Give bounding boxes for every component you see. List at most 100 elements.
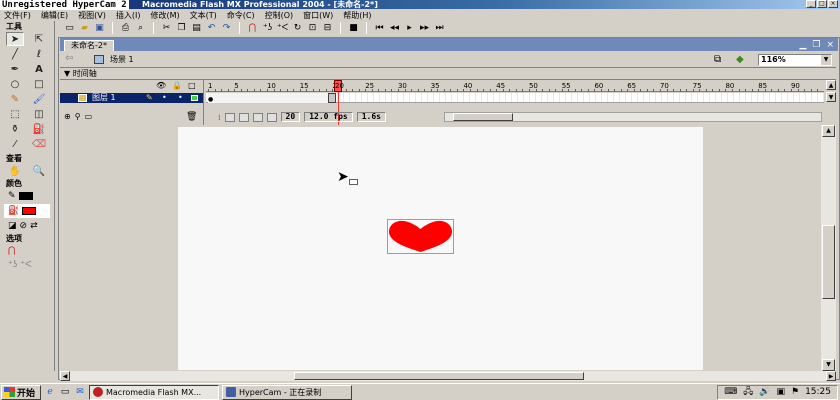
frame-span[interactable] <box>208 93 334 103</box>
snap-magnet-icon[interactable]: ⋂ <box>247 23 258 34</box>
line-tool-icon[interactable]: ╱ <box>6 47 24 61</box>
outline-icon[interactable]: □ <box>188 81 196 90</box>
menu-modify[interactable]: 修改(M) <box>150 10 179 21</box>
doc-restore-icon[interactable]: ❐ <box>812 40 820 50</box>
fill-transform-tool-icon[interactable]: ◫ <box>30 107 48 121</box>
menu-view[interactable]: 视图(V) <box>78 10 106 21</box>
selection-tool-icon[interactable]: ➤ <box>6 32 24 46</box>
stage-vertical-scrollbar[interactable]: ▲ ▼ <box>821 125 836 371</box>
menu-insert[interactable]: 插入(I) <box>116 10 141 21</box>
chevron-down-icon[interactable]: ▼ <box>821 55 831 65</box>
stop-icon[interactable]: ■ <box>348 23 359 34</box>
show-hide-eye-icon[interactable]: 👁 <box>156 81 166 90</box>
oval-tool-icon[interactable]: ○ <box>6 77 24 91</box>
tray-network-icon[interactable]: 🖧 <box>743 384 753 400</box>
delete-layer-icon[interactable]: 🗑 <box>186 112 197 122</box>
smooth-icon[interactable]: ⁺ʖ <box>262 23 273 34</box>
cut-icon[interactable]: ✂ <box>161 23 172 34</box>
timeline-header[interactable]: ▼ 时间轴 <box>60 69 836 79</box>
print-preview-icon[interactable]: ⌕ <box>135 23 146 34</box>
menu-edit[interactable]: 编辑(E) <box>41 10 68 21</box>
task-flash[interactable]: Macromedia Flash MX... <box>89 384 219 400</box>
no-color-icon[interactable]: ⊘ <box>20 221 28 231</box>
menu-text[interactable]: 文本(T) <box>190 10 217 21</box>
rotate-icon[interactable]: ↻ <box>292 23 303 34</box>
smooth-option-icon[interactable]: ⁺ʖ <box>8 260 17 270</box>
straighten-option-icon[interactable]: ⁺ᐸ <box>20 260 31 270</box>
tray-app-icon[interactable]: ▣ <box>776 387 785 397</box>
step-forward-icon[interactable]: ▸▸ <box>419 23 430 34</box>
brush-tool-icon[interactable]: 🖌 <box>30 92 48 106</box>
layer-row[interactable]: 图层 1 ✎ • • <box>60 93 203 103</box>
task-hypercam[interactable]: HyperCam - 正在录制 <box>222 384 352 400</box>
paste-icon[interactable]: ▤ <box>191 23 202 34</box>
lock-dot[interactable]: • <box>178 93 183 103</box>
open-folder-icon[interactable]: ▰ <box>79 23 90 34</box>
snap-to-objects-icon[interactable]: ⋂ <box>8 246 15 256</box>
scale-icon[interactable]: ⊡ <box>307 23 318 34</box>
pen-tool-icon[interactable]: ✒ <box>6 62 24 76</box>
maximize-button[interactable]: □ <box>817 0 827 8</box>
eraser-tool-icon[interactable]: ⌫ <box>30 137 48 151</box>
heart-shape[interactable] <box>388 220 453 253</box>
play-icon[interactable]: ▸ <box>404 23 415 34</box>
edit-scene-icon[interactable]: ◆ <box>736 54 752 65</box>
subselection-tool-icon[interactable]: ⇱ <box>30 32 48 46</box>
copy-icon[interactable]: ❐ <box>176 23 187 34</box>
scroll-left-icon[interactable]: ◀ <box>60 371 70 381</box>
scroll-up-icon[interactable]: ▲ <box>822 125 835 137</box>
timeline-vertical-scrollbar[interactable]: ▲ ▼ <box>826 80 836 125</box>
visibility-dot[interactable]: • <box>162 93 167 103</box>
edit-symbols-icon[interactable]: ⧉ <box>714 54 728 65</box>
hand-tool-icon[interactable]: ✋ <box>6 164 24 178</box>
tray-volume-icon[interactable]: 🔊 <box>759 387 770 397</box>
scroll-right-icon[interactable]: ▶ <box>826 371 836 381</box>
zoom-select[interactable]: 116% ▼ <box>758 54 832 66</box>
lock-icon[interactable]: 🔒 <box>172 81 182 90</box>
back-arrow-icon[interactable]: ⇦ <box>65 54 79 64</box>
menu-window[interactable]: 窗口(W) <box>303 10 333 21</box>
go-to-end-icon[interactable]: ⏭ <box>434 23 445 34</box>
black-white-icon[interactable]: ◪ <box>8 221 17 231</box>
stage-horizontal-scrollbar[interactable]: ◀ ▶ <box>60 371 836 381</box>
new-file-icon[interactable]: ▭ <box>64 23 75 34</box>
timeline-scroll-thumb[interactable] <box>453 113 513 121</box>
minimize-button[interactable]: _ <box>806 0 816 8</box>
scroll-down-icon[interactable]: ▼ <box>822 359 835 371</box>
quicklaunch-desktop-icon[interactable]: ▭ <box>59 386 71 398</box>
quicklaunch-ie-icon[interactable]: ℯ <box>44 386 56 398</box>
print-icon[interactable]: ⎙ <box>120 23 131 34</box>
rewind-icon[interactable]: ⏮ <box>374 23 385 34</box>
fill-color-swatch[interactable] <box>22 207 37 215</box>
rectangle-tool-icon[interactable]: □ <box>30 77 48 91</box>
tray-flag-icon[interactable]: ⚑ <box>791 387 799 397</box>
menu-file[interactable]: 文件(F) <box>4 10 31 21</box>
tray-keyboard-icon[interactable]: ⌨ <box>724 387 737 397</box>
insert-layer-icon[interactable]: ⊕ <box>64 112 71 121</box>
modify-onion-markers-button[interactable] <box>266 112 277 122</box>
playhead[interactable]: 20 <box>334 80 344 92</box>
scroll-down-icon[interactable]: ▼ <box>826 92 836 102</box>
onion-outline-button[interactable] <box>238 112 249 122</box>
outline-color-square[interactable] <box>191 95 198 101</box>
redo-icon[interactable]: ↷ <box>221 23 232 34</box>
menu-control[interactable]: 控制(O) <box>265 10 294 21</box>
document-tab[interactable]: 未命名-2* <box>64 40 114 51</box>
heart-shape-selection[interactable] <box>387 219 454 254</box>
save-icon[interactable]: ▣ <box>94 23 105 34</box>
menu-commands[interactable]: 命令(C) <box>227 10 255 21</box>
eyedropper-tool-icon[interactable]: ⁄ <box>6 137 24 151</box>
quicklaunch-outlook-icon[interactable]: ✉ <box>74 386 86 398</box>
stroke-color-swatch[interactable] <box>18 192 33 200</box>
vertical-scroll-thumb[interactable] <box>822 225 835 299</box>
start-button[interactable]: 开始 <box>1 384 41 400</box>
ink-bottle-tool-icon[interactable]: ⚱ <box>6 122 24 136</box>
timeline-horizontal-scrollbar[interactable] <box>444 112 822 122</box>
scene-label[interactable]: 场景 1 <box>110 54 134 65</box>
free-transform-tool-icon[interactable]: ⬚ <box>6 107 24 121</box>
zoom-tool-icon[interactable]: 🔍 <box>30 164 48 178</box>
insert-folder-icon[interactable]: ▭ <box>85 112 93 121</box>
onion-skin-button[interactable] <box>224 112 235 122</box>
edit-multiple-frames-button[interactable] <box>252 112 263 122</box>
scroll-up-icon[interactable]: ▲ <box>826 80 836 90</box>
